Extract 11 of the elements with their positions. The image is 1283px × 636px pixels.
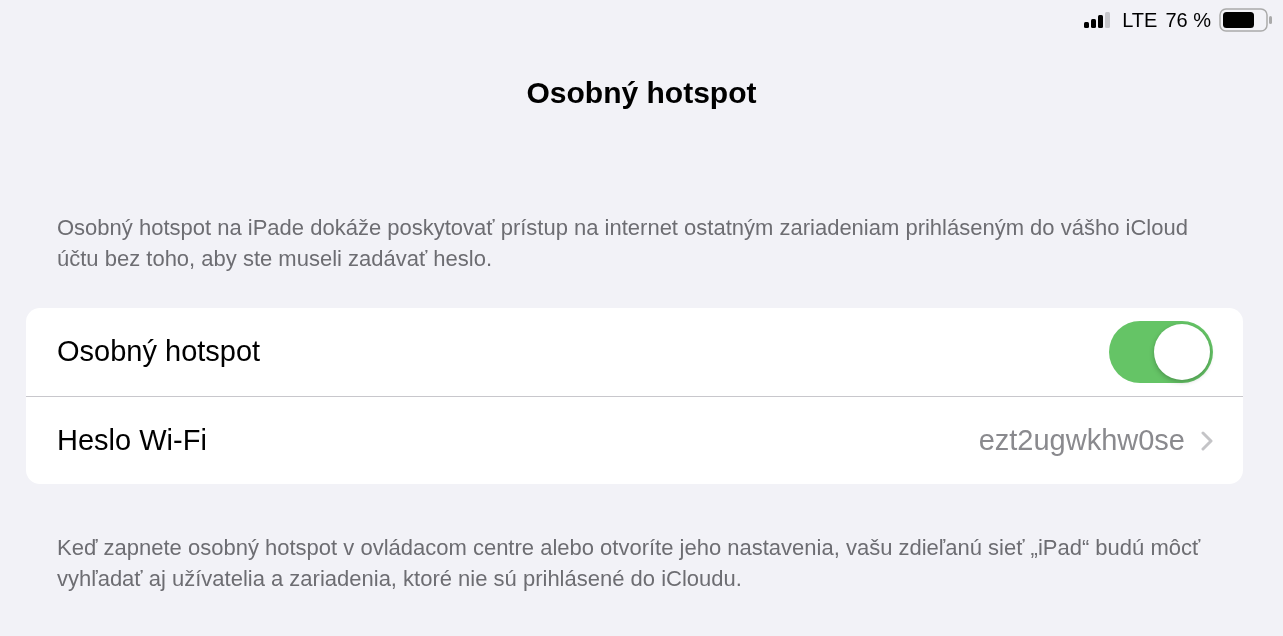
toggle-switch[interactable]	[1109, 321, 1213, 383]
battery-percent: 76 %	[1165, 8, 1211, 33]
page-title: Osobný hotspot	[526, 75, 757, 110]
battery-icon	[1219, 8, 1273, 32]
section-footer-note: Keď zapnete osobný hotspot v ovládacom centre alebo otvoríte jeho nastavenia, vašu zdieľanú sieť „iPad“ budú môcť vyhľadať aj užívatelia a zariadenia, ktoré nie sú prihlásené do iCloudu.	[56, 534, 1202, 593]
network-label: LTE	[1122, 8, 1158, 33]
row-value: ezt2ugwkhw0se	[978, 422, 1185, 458]
section-header-note: Osobný hotspot na iPade dokáže poskytovať prístup na internet ostatným zariadeniam prihláseným do vášho iCloud účtu bez toho, aby ste museli zadávať heslo.	[56, 214, 1189, 273]
chevron-icon[interactable]	[1201, 430, 1213, 451]
row-label: Heslo Wi-Fi	[57, 422, 207, 458]
row-label: Osobný hotspot	[57, 334, 261, 370]
